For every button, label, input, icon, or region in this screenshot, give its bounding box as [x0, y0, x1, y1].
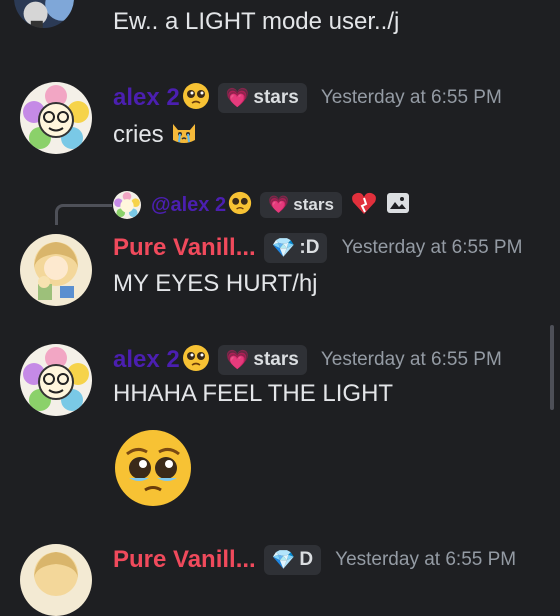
message-header: alex 2 💗 stars Yesterday at 6:55 PM [113, 82, 502, 114]
message-text: HHAHA FEEL THE LIGHT [113, 380, 394, 407]
server-tag-label: :D [299, 237, 320, 258]
scrollbar[interactable] [550, 325, 554, 410]
pleading-face-emoji-icon [228, 191, 252, 220]
flower-avatar-icon [20, 344, 92, 416]
reply-server-tag[interactable]: 💗 stars [260, 192, 342, 218]
author-name[interactable]: Pure Vanill... [113, 234, 256, 262]
server-tag-label: D [299, 549, 314, 570]
server-tag-label: stars [253, 349, 299, 370]
avatar-art-icon [14, 0, 74, 28]
server-tag[interactable]: 💗 stars [217, 345, 307, 375]
message-header: Pure Vanill... 💎 :D Yesterday at 6:55 PM [113, 232, 522, 264]
author-name[interactable]: alex 2 [113, 346, 180, 374]
message-text: MY EYES HURT/hj [113, 270, 318, 297]
avatar-alex[interactable] [20, 82, 92, 154]
timestamp[interactable]: Yesterday at 6:55 PM [321, 87, 502, 109]
timestamp[interactable]: Yesterday at 6:55 PM [321, 349, 502, 371]
pink-heart-icon: 💗 [225, 350, 250, 371]
image-icon [386, 191, 410, 220]
reply-connector [55, 204, 112, 225]
server-tag[interactable]: 💎 D [263, 545, 322, 575]
message-text-row: cries [113, 118, 198, 153]
cookie-character-avatar-icon [20, 544, 92, 616]
avatar-alex[interactable] [20, 344, 92, 416]
avatar-vanilla[interactable] [20, 234, 92, 306]
gem-icon: 💎 [271, 238, 296, 259]
author-name[interactable]: alex 2 [113, 84, 180, 112]
reply-preview[interactable]: @alex 2 💗 stars [113, 190, 410, 220]
timestamp[interactable]: Yesterday at 6:55 PM [335, 549, 516, 571]
avatar-vanilla[interactable] [20, 544, 92, 616]
server-tag[interactable]: 💗 stars [217, 83, 307, 113]
server-tag-label: stars [253, 87, 299, 108]
message-text: cries [113, 120, 164, 148]
flower-avatar-icon [20, 82, 92, 154]
large-pleading-face-emoji-icon[interactable] [113, 428, 193, 513]
cookie-character-avatar-icon [20, 234, 92, 306]
author-name[interactable]: Pure Vanill... [113, 546, 256, 574]
server-tag[interactable]: 💎 :D [263, 233, 328, 263]
timestamp[interactable]: Yesterday at 6:55 PM [341, 237, 522, 259]
message-text: Ew.. a LIGHT mode user../j [113, 8, 400, 35]
reply-server-tag-label: stars [293, 195, 334, 214]
heart-on-fire-emoji-icon [350, 189, 378, 222]
avatar-partial[interactable] [14, 0, 74, 28]
reply-avatar [113, 191, 141, 219]
reply-author[interactable]: @alex 2 [151, 194, 226, 217]
pink-heart-icon: 💗 [268, 195, 290, 214]
pleading-face-emoji-icon [182, 344, 210, 377]
pink-heart-icon: 💗 [225, 88, 250, 109]
message-header: alex 2 💗 stars Yesterday at 6:55 PM [113, 344, 502, 376]
message-header: Pure Vanill... 💎 D Yesterday at 6:55 PM [113, 544, 516, 576]
pleading-face-emoji-icon [182, 82, 210, 115]
gem-icon: 💎 [271, 550, 296, 571]
crying-cat-emoji-icon [170, 118, 198, 153]
